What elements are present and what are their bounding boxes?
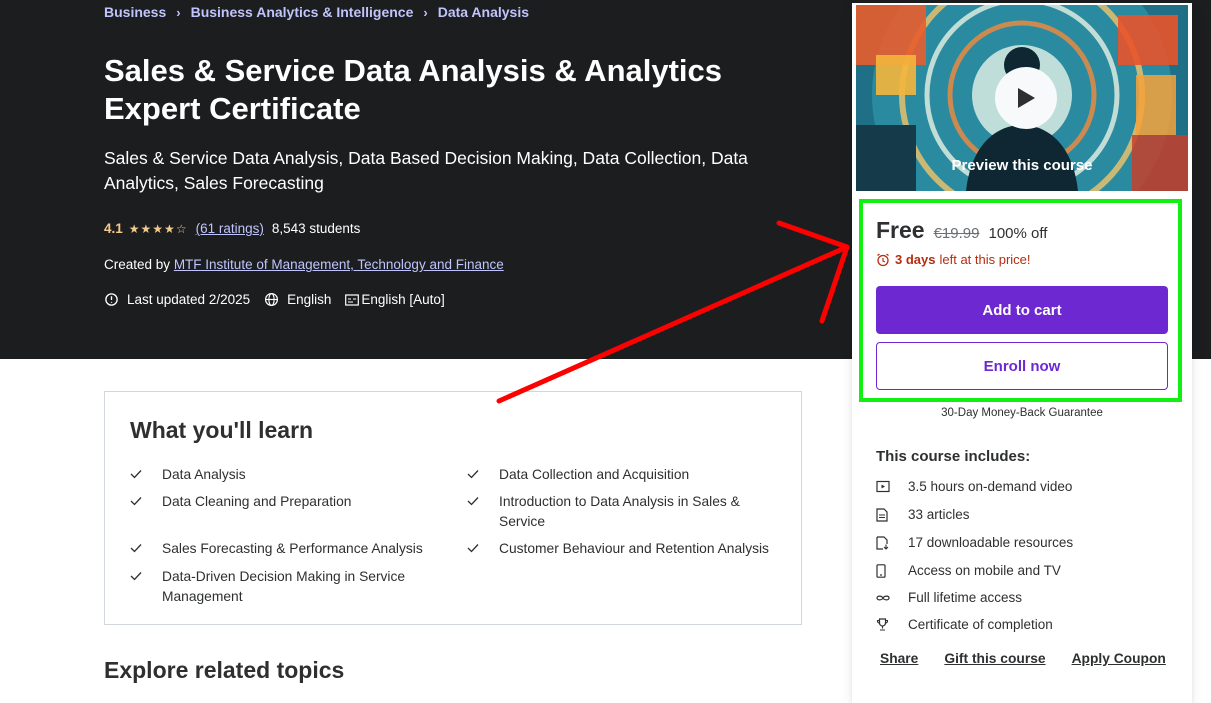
instructor-link[interactable]: MTF Institute of Management, Technology … [174, 257, 504, 272]
discount-percent: 100% off [988, 225, 1048, 242]
price-timer: 3 days left at this price! [876, 252, 1031, 267]
include-item-label: 17 downloadable resources [908, 535, 1074, 550]
check-icon [467, 465, 499, 485]
students-count: 8,543 students [271, 221, 361, 236]
learn-item: Data Collection and Acquisition [467, 465, 777, 485]
include-item-label: Access on mobile and TV [908, 563, 1061, 578]
chevron-right-icon: › [176, 4, 181, 20]
alert-badge-icon [104, 292, 119, 307]
include-item: Full lifetime access [876, 590, 1022, 605]
captions: English [Auto] [345, 292, 445, 307]
breadcrumb-data-analysis[interactable]: Data Analysis [438, 4, 529, 20]
captions-text: English [Auto] [361, 292, 445, 307]
what-you-learn-box: What you'll learn Data Analysis Data Col… [104, 391, 802, 625]
purchase-sidebar: Preview this course Free €19.99 100% off… [852, 3, 1192, 703]
timer-days: 3 days [895, 252, 936, 267]
include-item: Certificate of completion [876, 617, 1053, 632]
include-item: 3.5 hours on-demand video [876, 479, 1072, 494]
learn-item-text: Data-Driven Decision Making in Service M… [162, 569, 406, 604]
what-you-learn-title: What you'll learn [130, 417, 314, 443]
gift-course-link[interactable]: Gift this course [944, 651, 1045, 666]
include-item-label: 3.5 hours on-demand video [908, 479, 1073, 494]
check-icon [130, 492, 162, 512]
apply-coupon-link[interactable]: Apply Coupon [1072, 651, 1166, 666]
learn-item: Data Analysis [130, 465, 450, 485]
captions-icon [345, 293, 360, 306]
include-item-label: Certificate of completion [908, 617, 1053, 632]
play-icon [1018, 88, 1035, 108]
learn-item: Sales Forecasting & Performance Analysis [130, 539, 450, 559]
learn-item-text: Introduction to Data Analysis in Sales &… [499, 494, 740, 529]
preview-label[interactable]: Preview this course [856, 157, 1188, 174]
learn-item: Data Cleaning and Preparation [130, 492, 450, 512]
check-icon [130, 465, 162, 485]
includes-title: This course includes: [876, 448, 1031, 465]
course-meta: Last updated 2/2025 English English [Aut… [104, 292, 459, 307]
related-topics-title: Explore related topics [104, 657, 345, 683]
trophy-icon [876, 618, 908, 631]
price-row: Free €19.99 100% off [876, 217, 1047, 244]
mobile-icon [876, 563, 908, 578]
video-icon [876, 480, 908, 493]
learn-item-text: Data Analysis [162, 467, 246, 482]
check-icon [130, 567, 162, 607]
include-item: 17 downloadable resources [876, 535, 1073, 550]
infinity-icon [876, 594, 908, 602]
chevron-right-icon: › [423, 4, 428, 20]
play-button[interactable] [995, 67, 1057, 129]
timer-text: left at this price! [939, 252, 1031, 267]
course-title: Sales & Service Data Analysis & Analytic… [104, 53, 723, 126]
include-item: Access on mobile and TV [876, 563, 1061, 578]
rating-row: 4.1 ★★★★☆ (61 ratings) 8,543 students [104, 221, 360, 236]
language: English [264, 292, 331, 307]
breadcrumb-business[interactable]: Business [104, 4, 166, 20]
check-icon [467, 539, 499, 559]
star-rating-icon: ★★★★☆ [128, 221, 188, 236]
breadcrumb-business-analytics[interactable]: Business Analytics & Intelligence [191, 4, 414, 20]
check-icon [467, 492, 499, 532]
money-back-guarantee: 30-Day Money-Back Guarantee [941, 407, 1103, 419]
learn-item: Data-Driven Decision Making in Service M… [130, 567, 420, 607]
learn-item-text: Data Collection and Acquisition [499, 467, 690, 482]
check-icon [130, 539, 162, 559]
course-subtitle: Sales & Service Data Analysis, Data Base… [104, 148, 748, 193]
original-price: €19.99 [933, 225, 980, 242]
breadcrumb: Business › Business Analytics & Intellig… [104, 4, 529, 20]
include-item-label: 33 articles [908, 507, 970, 522]
language-text: English [287, 292, 332, 307]
learn-item-text: Customer Behaviour and Retention Analysi… [499, 541, 769, 556]
enroll-now-button[interactable]: Enroll now [876, 342, 1168, 390]
last-updated-text: Last updated 2/2025 [127, 292, 251, 307]
alarm-clock-icon [877, 253, 889, 266]
share-link[interactable]: Share [880, 651, 918, 666]
ratings-count-link[interactable]: (61 ratings) [196, 221, 264, 236]
include-item: 33 articles [876, 507, 970, 522]
course-preview[interactable]: Preview this course [856, 5, 1188, 191]
last-updated: Last updated 2/2025 [104, 292, 250, 307]
article-icon [876, 507, 908, 522]
sidebar-links: Share Gift this course Apply Coupon [880, 651, 1166, 666]
include-item-label: Full lifetime access [908, 590, 1023, 605]
current-price: Free [876, 217, 925, 243]
created-by: Created by MTF Institute of Management, … [104, 257, 504, 272]
learn-item: Customer Behaviour and Retention Analysi… [467, 539, 787, 559]
add-to-cart-button[interactable]: Add to cart [876, 286, 1168, 334]
download-file-icon [876, 535, 908, 550]
learn-item-text: Data Cleaning and Preparation [162, 494, 352, 509]
globe-icon [264, 292, 279, 307]
created-by-label: Created by [104, 257, 171, 272]
learn-item: Introduction to Data Analysis in Sales &… [467, 492, 767, 532]
learn-item-text: Sales Forecasting & Performance Analysis [162, 541, 423, 556]
rating-value: 4.1 [104, 221, 123, 236]
